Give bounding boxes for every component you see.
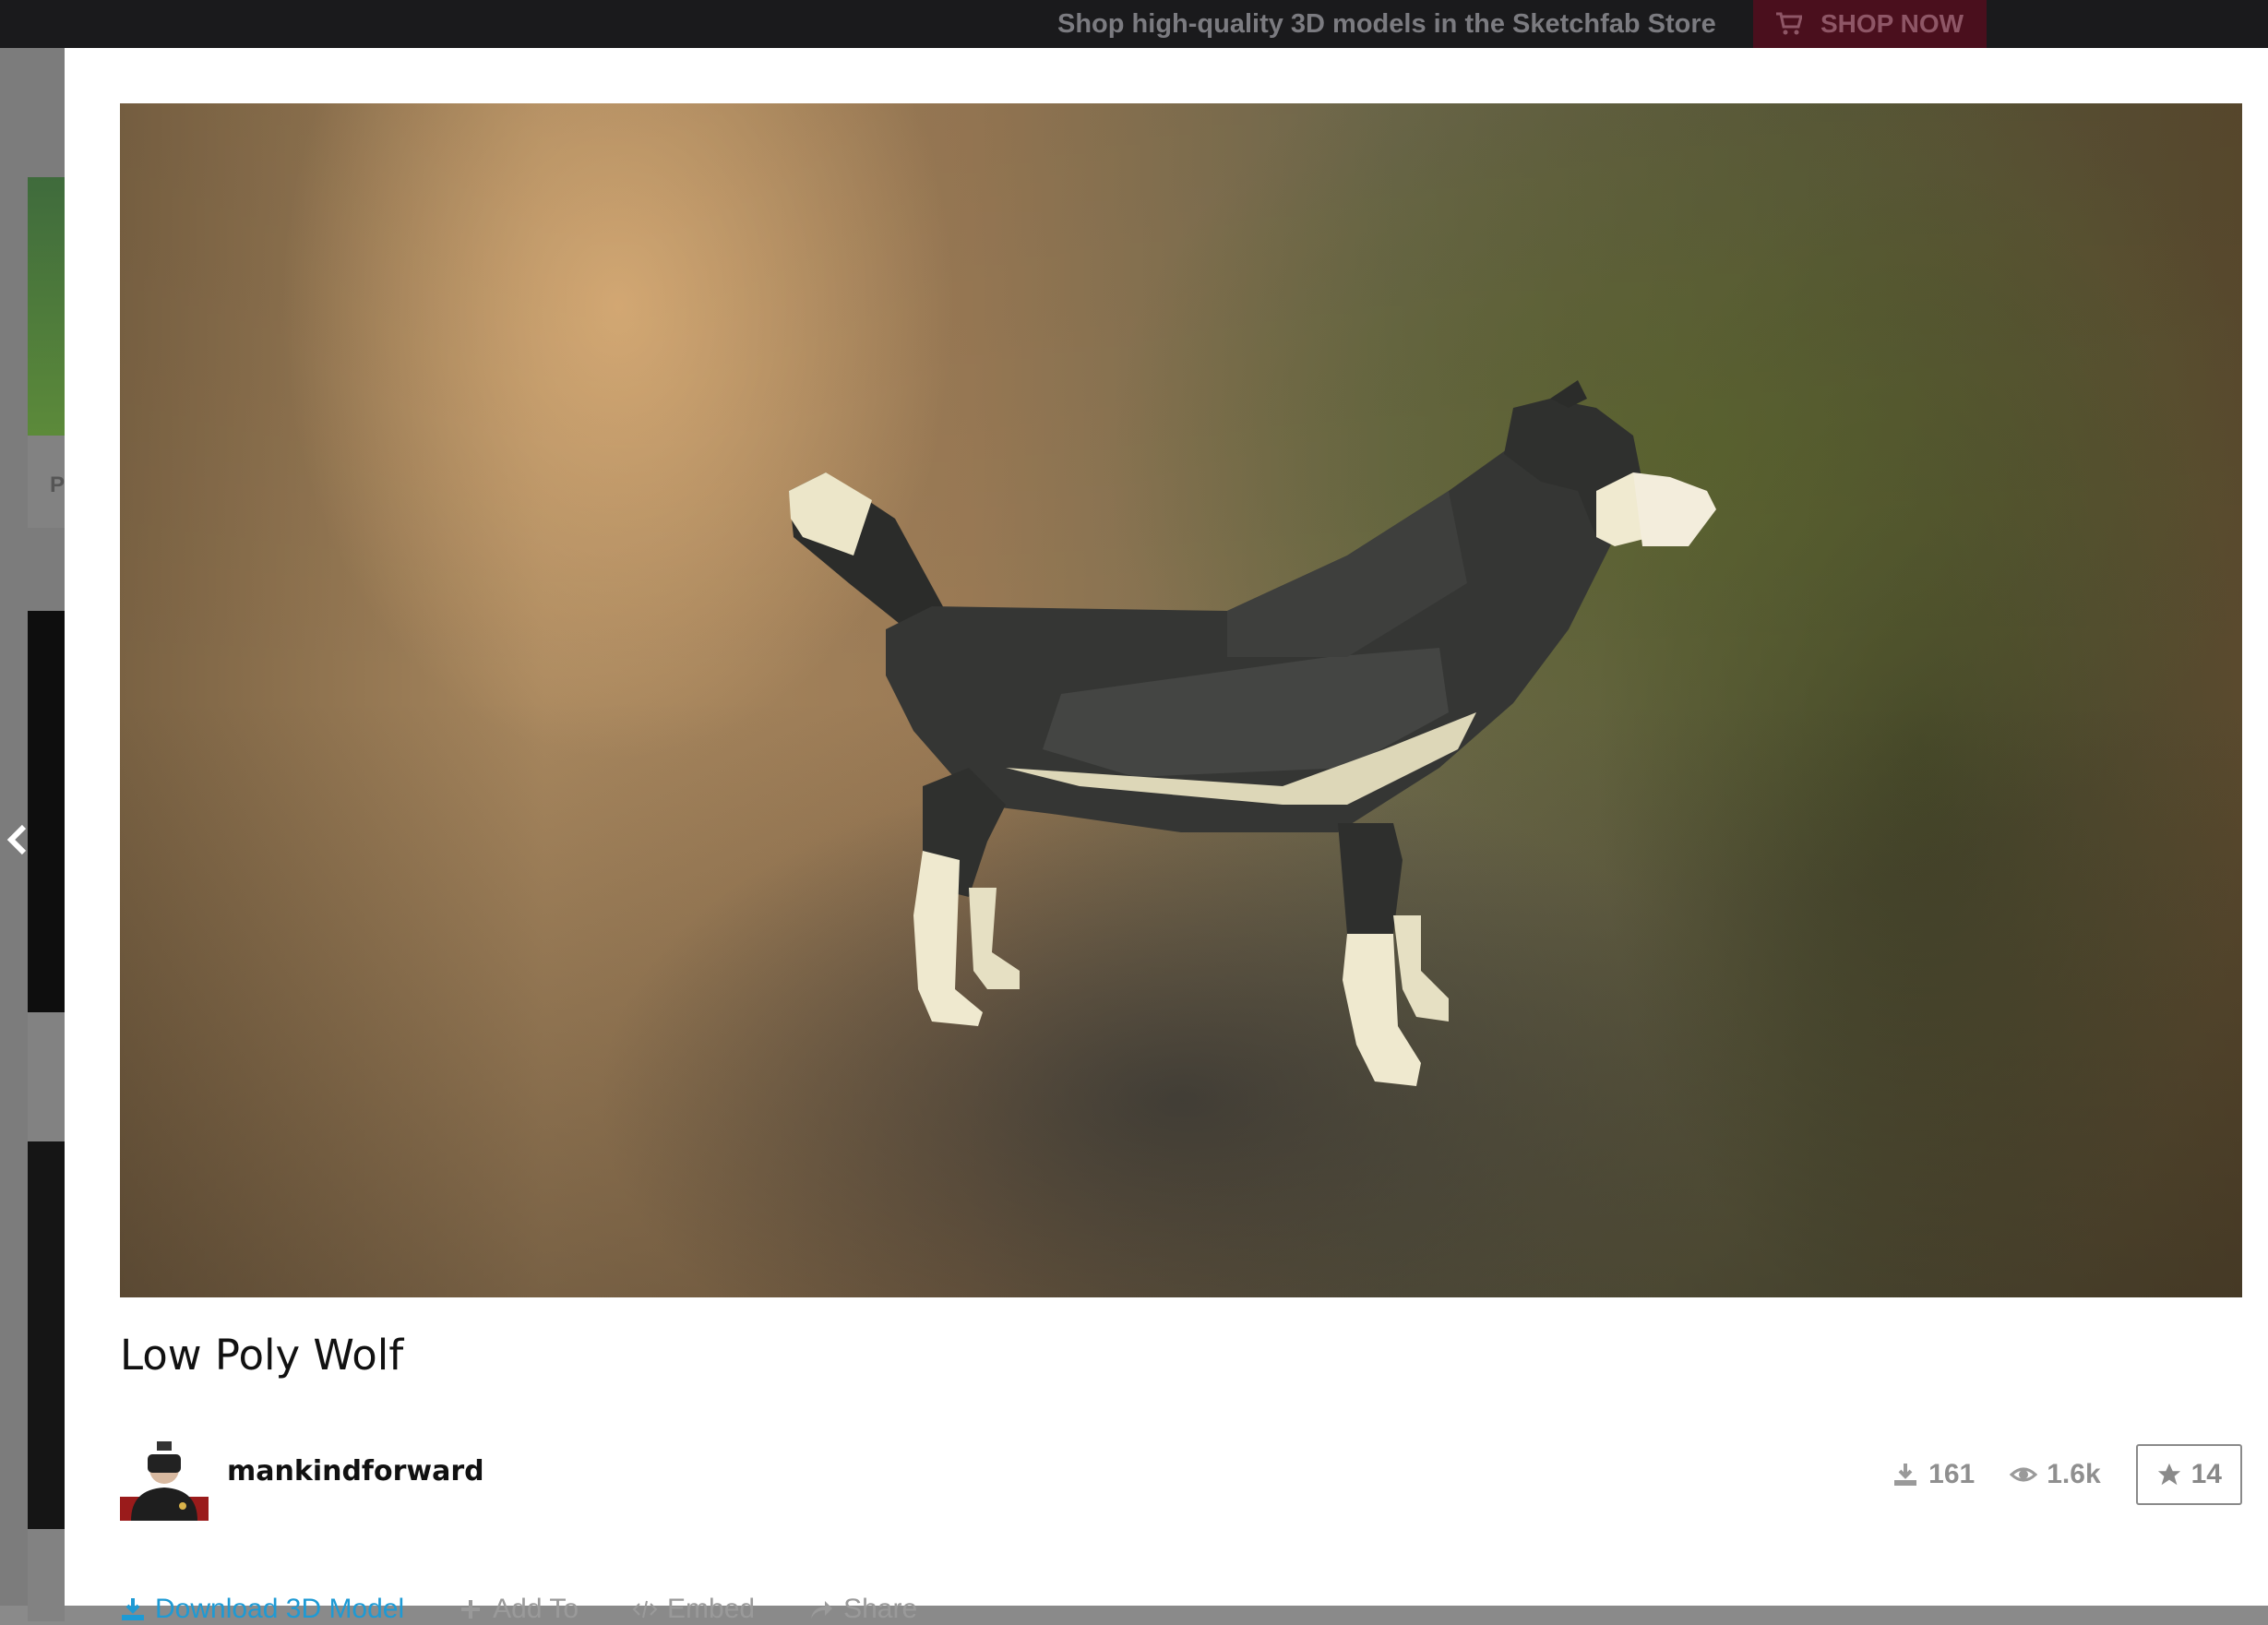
- model-title: Low Poly Wolf: [120, 1331, 404, 1380]
- model-modal: Low Poly Wolf mankindforward 161 1.6k 14…: [65, 48, 2268, 1624]
- shop-now-button[interactable]: SHOP NOW: [1753, 0, 1987, 48]
- like-count: 14: [2190, 1459, 2222, 1489]
- model-actions: Download 3D Model Add To Embed Share: [120, 1594, 917, 1625]
- download-model-link[interactable]: Download 3D Model: [120, 1594, 404, 1625]
- background-card[interactable]: [28, 1141, 65, 1621]
- card-thumbnail: [28, 1141, 65, 1529]
- embed-button[interactable]: Embed: [632, 1594, 755, 1625]
- plus-icon: [461, 1600, 481, 1619]
- view-count-value: 1.6k: [2047, 1459, 2101, 1489]
- add-to-button[interactable]: Add To: [458, 1594, 579, 1625]
- download-icon: [122, 1598, 144, 1620]
- download-count-value: 161: [1928, 1459, 1976, 1489]
- model-stats: 161 1.6k 14: [1892, 1444, 2242, 1505]
- share-button[interactable]: Share: [808, 1594, 917, 1625]
- banner-text: Shop high-quality 3D models in the Sketc…: [1057, 9, 1716, 39]
- card-thumbnail: [28, 177, 65, 436]
- like-button[interactable]: 14: [2135, 1444, 2242, 1505]
- background-card[interactable]: P: [28, 177, 65, 528]
- card-letter: P: [50, 472, 66, 497]
- 3d-viewer[interactable]: [120, 103, 2242, 1297]
- promo-banner: Shop high-quality 3D models in the Sketc…: [0, 0, 2268, 48]
- download-count: 161: [1892, 1459, 1975, 1490]
- card-thumbnail: [28, 611, 65, 1012]
- view-count: 1.6k: [2010, 1459, 2101, 1490]
- download-icon: [1894, 1464, 1917, 1486]
- background-card[interactable]: [28, 611, 65, 1151]
- author-name[interactable]: mankindforward: [227, 1455, 484, 1488]
- eye-icon: [2010, 1467, 2038, 1482]
- shop-now-label: SHOP NOW: [1820, 9, 1964, 38]
- embed-label: Embed: [667, 1594, 756, 1624]
- star-icon: [2157, 1463, 2180, 1486]
- wolf-model: [789, 380, 1716, 1086]
- download-model-label: Download 3D Model: [155, 1594, 405, 1624]
- share-icon: [811, 1601, 833, 1619]
- code-icon: [632, 1600, 658, 1619]
- share-label: Share: [843, 1594, 918, 1624]
- add-to-label: Add To: [493, 1594, 579, 1624]
- avatar[interactable]: [120, 1432, 209, 1521]
- chevron-left-icon[interactable]: [4, 821, 31, 858]
- cart-icon: [1775, 12, 1802, 35]
